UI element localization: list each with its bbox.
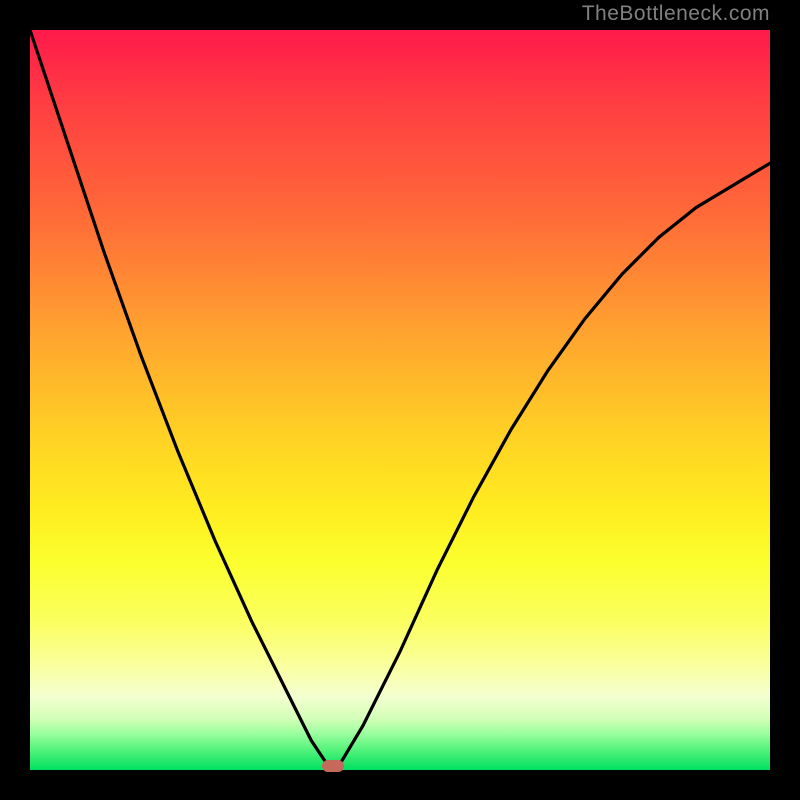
bottleneck-curve xyxy=(30,30,770,770)
watermark-text: TheBottleneck.com xyxy=(582,2,770,26)
optimal-point-marker xyxy=(322,760,344,772)
chart-plot-area xyxy=(30,30,770,770)
